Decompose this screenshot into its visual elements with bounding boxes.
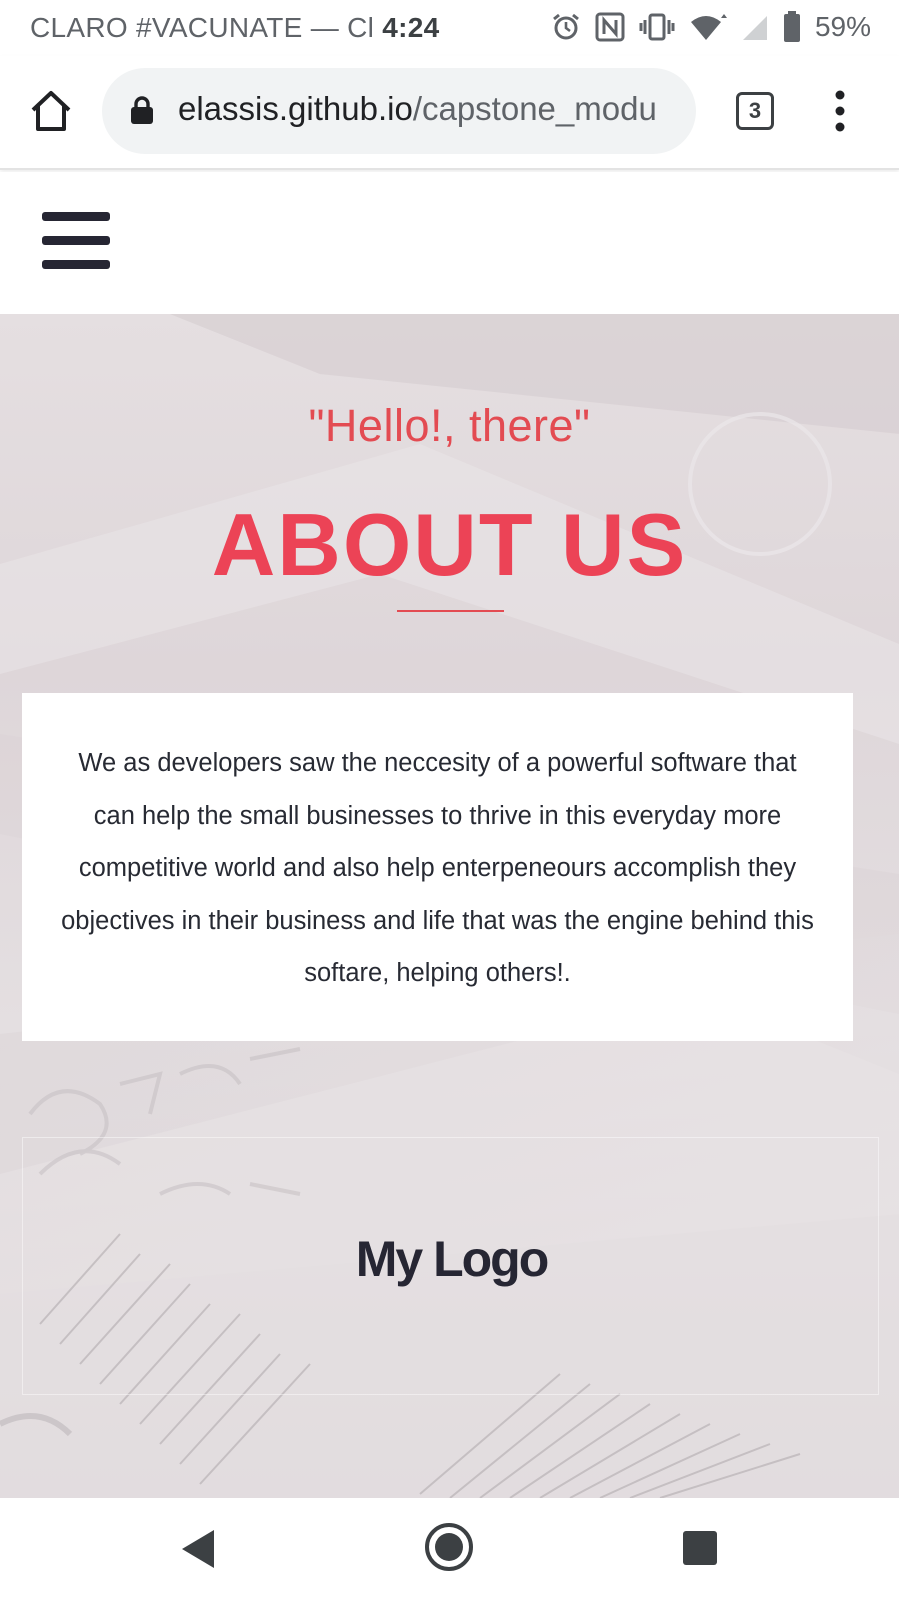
recents-icon[interactable] xyxy=(683,1531,717,1565)
site-header xyxy=(0,172,899,314)
wifi-icon xyxy=(689,12,727,42)
hero-section: "Hello!, there" ABOUT US We as developer… xyxy=(0,314,899,1498)
home-circle-icon[interactable] xyxy=(424,1522,474,1572)
hamburger-line xyxy=(42,236,110,245)
lock-icon xyxy=(130,95,154,125)
logo-box: My Logo xyxy=(22,1137,879,1395)
carrier-name: CLARO #VACUNATE — Cl xyxy=(30,12,375,43)
tabs-icon[interactable]: 3 xyxy=(736,92,774,130)
address-bar[interactable]: elassis.github.io/capstone_modu xyxy=(102,68,696,154)
about-description: We as developers saw the neccesity of a … xyxy=(61,749,814,987)
back-icon[interactable] xyxy=(180,1528,216,1570)
status-icons: 59% xyxy=(551,10,871,44)
alarm-icon xyxy=(551,12,581,42)
battery-icon xyxy=(783,11,801,43)
system-navigation-bar xyxy=(0,1498,899,1599)
hero-greeting: "Hello!, there" xyxy=(308,400,591,451)
tab-count: 3 xyxy=(748,98,762,123)
more-vert-icon[interactable] xyxy=(828,90,852,132)
vibrate-icon xyxy=(639,12,675,42)
status-bar: CLARO #VACUNATE — Cl 4:24 59% xyxy=(0,0,899,56)
nfc-icon xyxy=(595,12,625,42)
hamburger-line xyxy=(42,212,110,221)
signal-icon xyxy=(741,12,769,42)
clock-time: 4:24 xyxy=(382,12,440,43)
battery-percentage: 59% xyxy=(814,11,871,42)
title-divider xyxy=(397,610,504,612)
home-icon[interactable] xyxy=(28,88,74,134)
url-path: /capstone_modu xyxy=(412,90,657,127)
url-host: elassis.github.io xyxy=(178,90,413,127)
hamburger-line xyxy=(42,260,110,269)
site-logo[interactable]: My Logo xyxy=(23,1230,880,1288)
status-left: CLARO #VACUNATE — Cl 4:24 xyxy=(30,12,439,44)
url-text: elassis.github.io/capstone_modu xyxy=(178,90,657,128)
browser-toolbar: elassis.github.io/capstone_modu 3 xyxy=(0,56,899,170)
page-title: ABOUT US xyxy=(211,495,688,594)
hamburger-icon[interactable] xyxy=(42,212,110,272)
about-card: We as developers saw the neccesity of a … xyxy=(22,693,853,1041)
